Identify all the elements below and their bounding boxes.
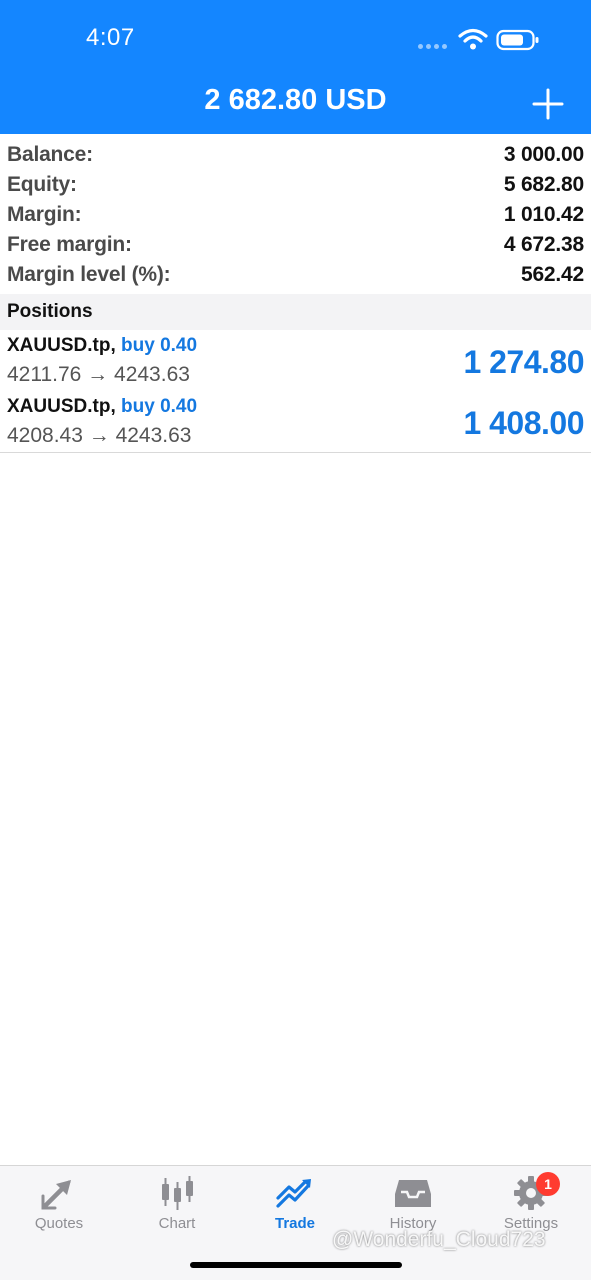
- account-summary: Balance: 3 000.00 Equity: 5 682.80 Margi…: [0, 140, 591, 290]
- notification-badge: 1: [536, 1172, 560, 1196]
- tab-label: Quotes: [34, 1215, 84, 1232]
- position-row[interactable]: XAUUSD.tp, buy 0.40 4208.43 → 4243.63 1 …: [0, 391, 591, 453]
- summary-row-margin-level: Margin level (%): 562.42: [0, 260, 591, 290]
- summary-label: Free margin:: [7, 233, 132, 256]
- tab-label: Chart: [158, 1215, 196, 1232]
- home-indicator[interactable]: [190, 1262, 402, 1268]
- position-side: buy 0.40: [121, 396, 198, 417]
- summary-value: 5 682.80: [503, 173, 584, 196]
- top-bar: 4:07 2 682.80 USD: [0, 0, 591, 134]
- summary-row-equity: Equity: 5 682.80: [0, 170, 591, 200]
- trade-trend-icon: [276, 1179, 311, 1208]
- quotes-arrows-icon: [41, 1180, 71, 1210]
- position-prices: 4208.43 → 4243.63: [7, 424, 192, 447]
- position-profit: 1 408.00: [463, 405, 584, 441]
- positions-title: Positions: [7, 301, 93, 322]
- position-profit: 1 274.80: [463, 344, 584, 380]
- position-symbol: XAUUSD.tp,: [7, 335, 116, 356]
- summary-row-free-margin: Free margin: 4 672.38: [0, 230, 591, 260]
- status-time: 4:07: [86, 24, 135, 51]
- summary-label: Equity:: [7, 173, 77, 196]
- position-side: buy 0.40: [121, 335, 198, 356]
- position-header: XAUUSD.tp, buy 0.40: [7, 335, 197, 357]
- plus-icon[interactable]: [530, 86, 566, 122]
- summary-value: 562.42: [520, 263, 584, 286]
- cellular-signal-icon: [418, 44, 452, 50]
- wifi-icon: [458, 28, 488, 50]
- position-header: XAUUSD.tp, buy 0.40: [7, 396, 197, 418]
- battery-icon: [496, 29, 539, 51]
- tab-quotes[interactable]: Quotes: [0, 1166, 118, 1246]
- position-row[interactable]: XAUUSD.tp, buy 0.40 4211.76 → 4243.63 1 …: [0, 330, 591, 392]
- summary-value: 3 000.00: [503, 143, 584, 166]
- positions-section-header: Positions: [0, 294, 591, 330]
- summary-value: 1 010.42: [503, 203, 584, 226]
- summary-row-margin: Margin: 1 010.42: [0, 200, 591, 230]
- summary-row-balance: Balance: 3 000.00: [0, 140, 591, 170]
- summary-value: 4 672.38: [503, 233, 584, 256]
- position-symbol: XAUUSD.tp,: [7, 396, 116, 417]
- position-prices: 4211.76 → 4243.63: [7, 363, 190, 386]
- candlestick-icon: [162, 1176, 193, 1210]
- watermark: @Wonderfu_Cloud723: [332, 1228, 546, 1251]
- summary-label: Margin level (%):: [7, 263, 171, 286]
- account-balance-title: 2 682.80 USD: [204, 84, 387, 116]
- summary-label: Balance:: [7, 143, 93, 166]
- tab-chart[interactable]: Chart: [118, 1166, 236, 1246]
- inbox-tray-icon: [395, 1180, 431, 1207]
- summary-label: Margin:: [7, 203, 82, 226]
